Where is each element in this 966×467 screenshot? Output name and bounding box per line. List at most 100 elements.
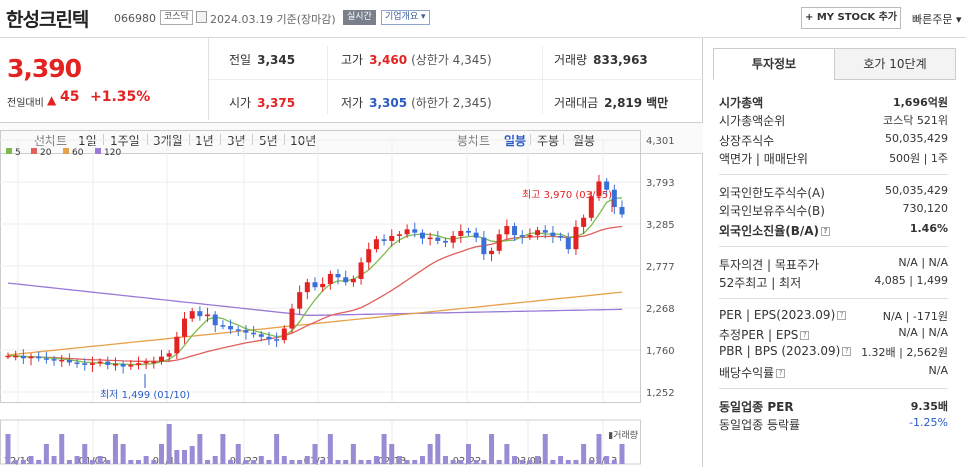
volume-bar xyxy=(174,450,180,464)
help-icon[interactable]: ? xyxy=(821,227,831,236)
volume-bar xyxy=(281,456,287,464)
info-row: 투자의견 | 목표주가 N/A | N/A xyxy=(719,256,948,272)
add-mystock-button[interactable]: + MY STOCK 추가 xyxy=(801,7,901,29)
price-chart[interactable]: 4,3013,7933,2852,7772,2681,7601,25212/19… xyxy=(0,130,703,467)
volume-bar xyxy=(105,460,111,464)
volume-bar xyxy=(97,456,103,464)
ma-legend-label: 60 xyxy=(72,148,84,158)
volume-bar xyxy=(43,444,49,464)
volume-bar xyxy=(251,460,257,464)
help-icon[interactable]: ? xyxy=(776,369,786,378)
candle-body xyxy=(581,217,587,227)
info-row: 배당수익률? N/A xyxy=(719,364,948,380)
volume-bar xyxy=(466,444,471,464)
volume-bar xyxy=(427,444,433,464)
candle-body xyxy=(189,311,195,319)
volume-bar xyxy=(120,444,126,464)
candle-body xyxy=(289,308,295,329)
candle-body xyxy=(43,358,49,360)
info-label: 동일업종 PER xyxy=(719,400,794,414)
ma20-line xyxy=(8,225,623,362)
tab-order-book[interactable]: 호가 10단계 xyxy=(834,48,956,80)
volume-bar xyxy=(320,460,326,464)
candle-body xyxy=(412,229,418,233)
volume-bar xyxy=(51,456,57,464)
volume-bar xyxy=(435,434,441,464)
volume-bar xyxy=(258,456,264,464)
volume-bar xyxy=(212,456,218,464)
volume-bar xyxy=(112,434,118,464)
candle-body xyxy=(389,235,395,241)
candle-body xyxy=(266,336,272,340)
candle-body xyxy=(550,232,556,236)
corp-overview-button[interactable]: 기업개요 ▾ xyxy=(381,10,430,25)
volume-bar xyxy=(89,460,95,464)
y-tick-label: 2,777 xyxy=(646,262,675,273)
candle-body xyxy=(573,226,579,250)
y-tick-label: 4,301 xyxy=(646,136,675,147)
volume-bar xyxy=(473,460,479,464)
info-row: 상장주식수 50,035,429 xyxy=(719,132,948,148)
candle-body xyxy=(151,361,157,364)
info-label: 시가총액 xyxy=(719,96,764,110)
help-icon[interactable]: ? xyxy=(800,331,810,340)
candle-body xyxy=(20,355,26,359)
candle-body xyxy=(5,355,11,358)
ma-legend-swatch xyxy=(63,148,69,154)
realtime-badge[interactable]: 실시간 xyxy=(343,10,376,25)
trade-amount: 거래대금 2,819 백만 xyxy=(554,96,669,110)
change-label: 전일대비 xyxy=(7,98,44,109)
volume-bar xyxy=(366,460,372,464)
current-price: 3,390 xyxy=(7,54,82,83)
open-price: 시가 3,375 xyxy=(229,96,296,110)
y-tick-label: 3,285 xyxy=(646,220,675,231)
volume-bar xyxy=(458,460,464,464)
candle-body xyxy=(182,318,188,337)
low-price: 저가 3,305 (하한가 2,345) xyxy=(341,96,492,110)
volume-bar xyxy=(182,450,188,464)
quick-order-button[interactable]: 빠른주문 ▾ xyxy=(912,11,962,27)
info-value: -1.25% xyxy=(909,416,948,429)
candle-body xyxy=(535,230,541,236)
ma60-line xyxy=(7,291,623,356)
volume-bar xyxy=(66,460,72,464)
info-row: PBR | BPS (2023.09)? 1.32배 | 2,562원 xyxy=(719,344,948,360)
volume-bar xyxy=(381,434,387,464)
volume-bar xyxy=(289,460,295,464)
volume-bar xyxy=(350,444,356,464)
volume-bar xyxy=(28,456,34,464)
candle-body xyxy=(159,356,164,362)
candle-body xyxy=(527,235,533,237)
candle-body xyxy=(358,262,364,279)
volume-bar xyxy=(82,444,88,464)
info-value: N/A | N/A xyxy=(898,256,948,269)
info-value: N/A | N/A xyxy=(898,326,948,339)
y-tick-label: 1,252 xyxy=(646,388,675,399)
info-value: 9.35배 xyxy=(910,400,948,413)
candle-body xyxy=(59,359,65,362)
y-tick-label: 1,760 xyxy=(646,346,675,357)
info-label: 동일업종 등락률 xyxy=(719,418,801,432)
help-icon[interactable]: ? xyxy=(837,311,847,320)
candle-body xyxy=(404,229,410,235)
info-label: 투자의견 | 목표주가 xyxy=(719,258,819,272)
candle-body xyxy=(604,181,610,190)
info-row: 추정PER | EPS? N/A | N/A xyxy=(719,326,948,342)
volume-bar xyxy=(542,434,548,464)
candle-body xyxy=(97,361,103,364)
up-arrow-icon: ▲ xyxy=(47,93,57,107)
help-icon[interactable]: ? xyxy=(842,347,852,356)
candle-body xyxy=(504,226,510,235)
candle-body xyxy=(558,235,564,238)
info-label: 외국인소진율(B/A)? xyxy=(719,222,831,239)
volume-bar xyxy=(59,434,65,464)
market-badge: 코스닥 xyxy=(160,10,193,25)
candle-body xyxy=(120,364,126,367)
info-value: 1,696억원 xyxy=(892,96,948,109)
volume-bar xyxy=(450,460,456,464)
tab-invest-info[interactable]: 투자정보 xyxy=(713,48,835,80)
volume-bar xyxy=(596,434,602,464)
volume-bar xyxy=(151,460,157,464)
info-label: 시가총액순위 xyxy=(719,114,786,128)
volume-bar xyxy=(611,460,617,464)
